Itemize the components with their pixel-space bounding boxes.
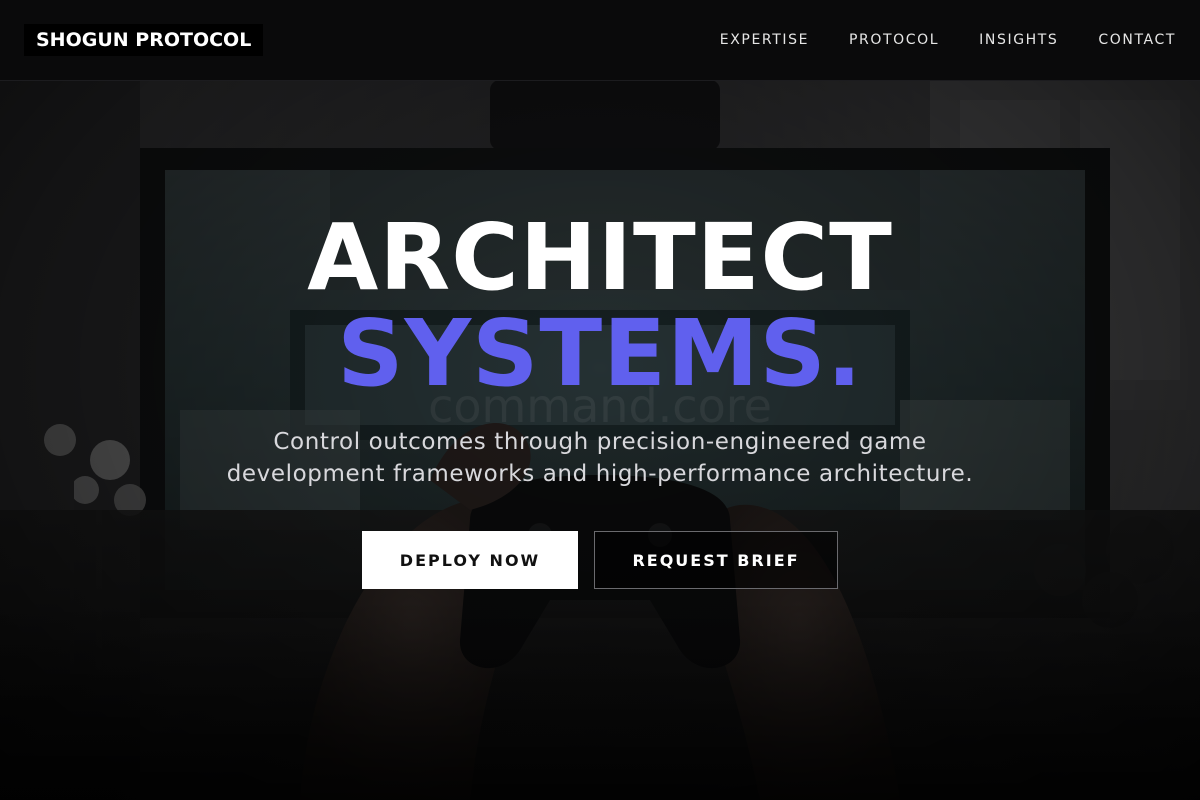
- main-nav: EXPERTISE PROTOCOL INSIGHTS CONTACT: [720, 0, 1176, 80]
- nav-link-insights[interactable]: INSIGHTS: [979, 32, 1058, 48]
- hero-section: command.core: [0, 80, 1200, 800]
- logo[interactable]: SHOGUN PROTOCOL: [24, 24, 264, 56]
- nav-link-contact[interactable]: CONTACT: [1098, 32, 1176, 48]
- logo-text: SHOGUN PROTOCOL: [36, 29, 252, 51]
- request-brief-button[interactable]: REQUEST BRIEF: [594, 531, 838, 589]
- hero-headline-line1: ARCHITECT: [307, 204, 893, 311]
- site-header: SHOGUN PROTOCOL EXPERTISE PROTOCOL INSIG…: [0, 0, 1200, 81]
- hero-subtitle-line1: Control outcomes through precision-engin…: [273, 429, 927, 455]
- hero-headline-line2: SYSTEMS.: [337, 300, 863, 407]
- nav-link-expertise[interactable]: EXPERTISE: [720, 32, 809, 48]
- hero-content: ARCHITECT SYSTEMS. Control outcomes thro…: [0, 80, 1200, 800]
- page: SHOGUN PROTOCOL EXPERTISE PROTOCOL INSIG…: [0, 0, 1200, 800]
- hero-subtitle-line2: development frameworks and high-performa…: [226, 461, 974, 487]
- deploy-now-button[interactable]: DEPLOY NOW: [362, 531, 578, 589]
- hero-subtitle: Control outcomes through precision-engin…: [200, 426, 1000, 490]
- nav-link-protocol[interactable]: PROTOCOL: [849, 32, 939, 48]
- hero-actions: DEPLOY NOW REQUEST BRIEF: [0, 531, 1200, 589]
